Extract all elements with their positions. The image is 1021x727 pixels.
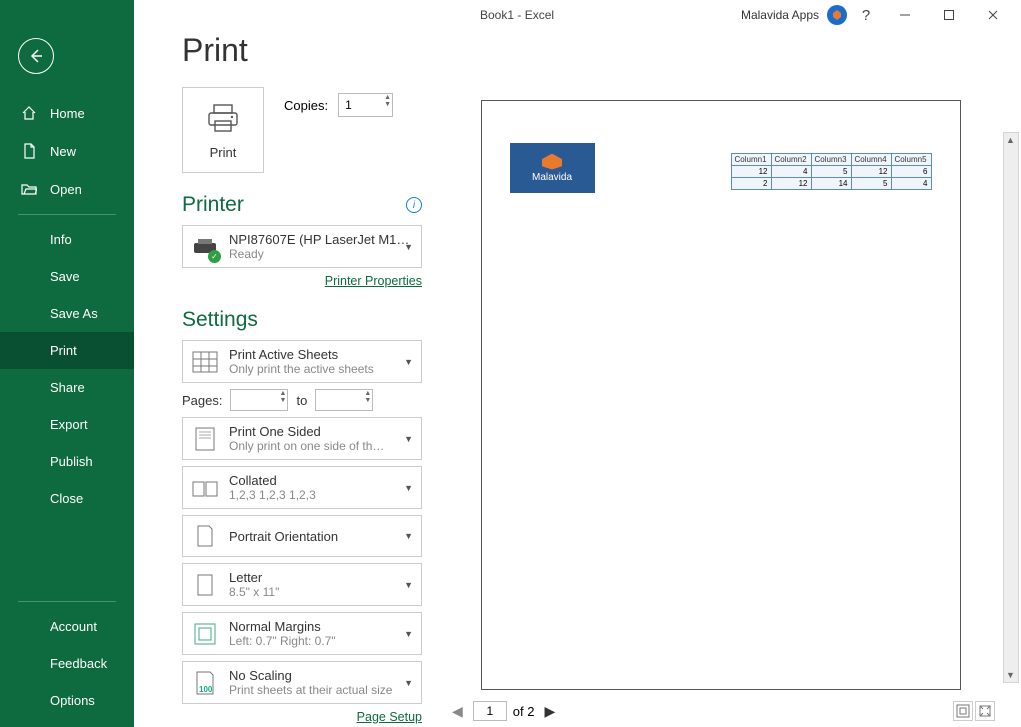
sidebar-item-label: Home xyxy=(50,106,85,121)
folder-icon xyxy=(20,181,38,197)
maximize-button[interactable] xyxy=(929,1,969,29)
page-setup-link[interactable]: Page Setup xyxy=(357,710,422,724)
sidebar-item-feedback[interactable]: Feedback xyxy=(0,645,134,682)
preview-table: Column1Column2Column3Column4Column5 1245… xyxy=(731,153,932,190)
chevron-down-icon: ▼ xyxy=(404,242,413,252)
back-button[interactable] xyxy=(18,38,54,74)
chevron-down-icon: ▼ xyxy=(404,678,413,688)
table-header-row: Column1Column2Column3Column4Column5 xyxy=(731,154,931,166)
printer-icon xyxy=(205,101,241,137)
printer-select[interactable]: ✓ NPI87607E (HP LaserJet M15… Ready ▼ xyxy=(182,225,422,268)
copies-spinner[interactable]: ▲▼ xyxy=(384,94,391,108)
preview-logo: Malavida xyxy=(510,143,595,193)
table-row: 1245126 xyxy=(731,166,931,178)
chevron-down-icon: ▼ xyxy=(404,483,413,493)
preview-scrollbar[interactable] xyxy=(1003,132,1019,683)
paper-icon xyxy=(191,571,219,599)
one-sided-icon xyxy=(191,425,219,453)
print-settings-column: Print Print Copies: ▲▼ Printer i ✓ xyxy=(182,32,442,727)
current-page-input[interactable] xyxy=(473,701,507,721)
sidebar-item-label: Open xyxy=(50,182,82,197)
next-page-button[interactable]: ▶ xyxy=(540,703,559,720)
logo-shield-icon xyxy=(542,154,562,170)
window-title: Book1 - Excel xyxy=(480,8,554,22)
printer-name: NPI87607E (HP LaserJet M15… xyxy=(229,232,413,247)
minimize-button[interactable] xyxy=(885,1,925,29)
info-icon[interactable]: i xyxy=(406,197,422,213)
svg-text:100: 100 xyxy=(199,685,213,694)
print-what-select[interactable]: Print Active SheetsOnly print the active… xyxy=(182,340,422,383)
sidebar-item-label: New xyxy=(50,144,76,159)
printer-device-icon: ✓ xyxy=(191,233,219,261)
scaling-select[interactable]: 100 No ScalingPrint sheets at their actu… xyxy=(182,661,422,704)
sidebar-item-open[interactable]: Open xyxy=(0,170,134,208)
collated-icon xyxy=(191,474,219,502)
page-title: Print xyxy=(182,32,422,69)
sidebar-separator xyxy=(18,601,116,602)
margins-select[interactable]: Normal MarginsLeft: 0.7" Right: 0.7" ▼ xyxy=(182,612,422,655)
show-margins-button[interactable] xyxy=(953,701,973,721)
print-button[interactable]: Print xyxy=(182,87,264,173)
table-row: 2121454 xyxy=(731,178,931,190)
sheets-icon xyxy=(191,348,219,376)
chevron-down-icon: ▼ xyxy=(404,434,413,444)
settings-heading: Settings xyxy=(182,308,258,332)
orientation-select[interactable]: Portrait Orientation ▼ xyxy=(182,515,422,557)
sidebar-item-save[interactable]: Save xyxy=(0,258,134,295)
close-button[interactable] xyxy=(973,1,1013,29)
chevron-down-icon: ▼ xyxy=(404,629,413,639)
sidebar-item-export[interactable]: Export xyxy=(0,406,134,443)
sidebar-item-close[interactable]: Close xyxy=(0,480,134,517)
printer-status: Ready xyxy=(229,247,413,261)
chevron-down-icon: ▼ xyxy=(404,531,413,541)
copies-label: Copies: xyxy=(284,98,328,113)
paper-size-select[interactable]: Letter8.5" x 11" ▼ xyxy=(182,563,422,606)
zoom-to-page-button[interactable] xyxy=(975,701,995,721)
preview-page: Malavida Column1Column2Column3Column4Col… xyxy=(481,100,961,690)
margins-icon xyxy=(191,620,219,648)
doc-icon xyxy=(20,143,38,159)
ready-check-icon: ✓ xyxy=(208,250,221,263)
portrait-icon xyxy=(191,522,219,550)
sidebar-item-saveas[interactable]: Save As xyxy=(0,295,134,332)
sidebar-item-account[interactable]: Account xyxy=(0,608,134,645)
titlebar-right: Malavida Apps ? xyxy=(741,1,1021,29)
page-total-label: of 2 xyxy=(513,704,535,719)
sidebar-item-info[interactable]: Info xyxy=(0,221,134,258)
main-area: Print Print Copies: ▲▼ Printer i ✓ xyxy=(134,0,1021,727)
sides-select[interactable]: Print One SidedOnly print on one side of… xyxy=(182,417,422,460)
sidebar-item-home[interactable]: Home xyxy=(0,94,134,132)
print-preview: Malavida Column1Column2Column3Column4Col… xyxy=(442,32,1021,727)
copies-row: Copies: ▲▼ xyxy=(284,93,393,117)
backstage-sidebar: Home New Open Info Save Save As Print Sh… xyxy=(0,0,134,727)
printer-properties-link[interactable]: Printer Properties xyxy=(325,274,422,288)
chevron-down-icon: ▼ xyxy=(404,580,413,590)
sidebar-item-share[interactable]: Share xyxy=(0,369,134,406)
sidebar-item-publish[interactable]: Publish xyxy=(0,443,134,480)
preview-footer: ◀ of 2 ▶ xyxy=(442,701,1001,721)
prev-page-button[interactable]: ◀ xyxy=(448,703,467,720)
titlebar: Book1 - Excel Malavida Apps ? xyxy=(0,0,1021,30)
sidebar-separator xyxy=(18,214,116,215)
pages-range-row: Pages: ▲▼ to ▲▼ xyxy=(182,389,422,411)
printer-heading: Printer xyxy=(182,193,244,217)
home-icon xyxy=(20,105,38,121)
sidebar-item-new[interactable]: New xyxy=(0,132,134,170)
collate-select[interactable]: Collated1,2,3 1,2,3 1,2,3 ▼ xyxy=(182,466,422,509)
help-button[interactable]: ? xyxy=(851,1,881,29)
malavida-icon[interactable] xyxy=(827,5,847,25)
chevron-down-icon: ▼ xyxy=(404,357,413,367)
sidebar-item-print[interactable]: Print xyxy=(0,332,134,369)
sidebar-item-options[interactable]: Options xyxy=(0,682,134,719)
scaling-icon: 100 xyxy=(191,669,219,697)
malavida-apps-label[interactable]: Malavida Apps xyxy=(741,8,819,22)
printer-heading-row: Printer i xyxy=(182,193,422,217)
